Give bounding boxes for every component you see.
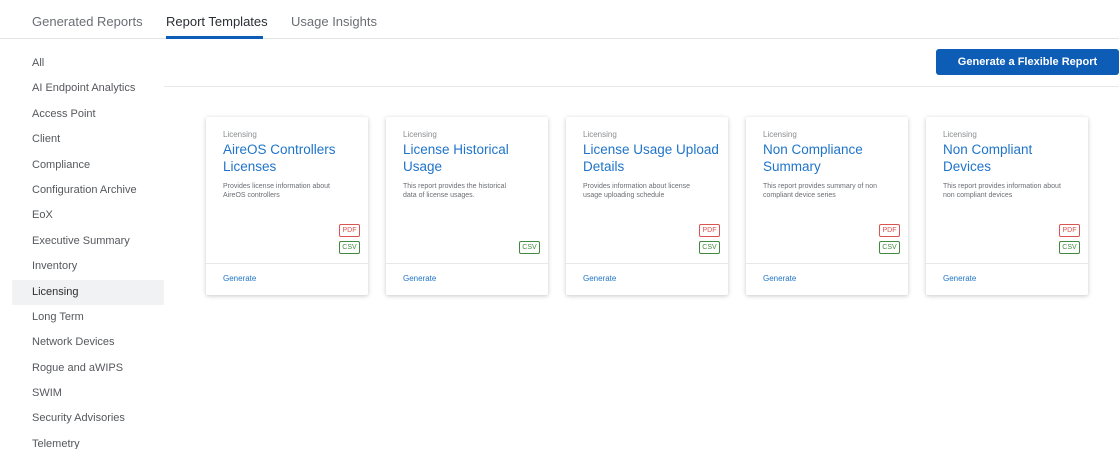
card-category: Licensing — [403, 130, 437, 139]
toolbar-divider — [164, 86, 1119, 87]
card-category: Licensing — [763, 130, 797, 139]
csv-badge: CSV — [699, 241, 720, 254]
sidebar-item-eox[interactable]: EoX — [12, 203, 164, 228]
csv-badge: CSV — [339, 241, 360, 254]
report-card-aireos-controllers-licenses: Licensing AireOS Controllers Licenses Pr… — [206, 117, 368, 295]
report-card-non-compliance-summary: Licensing Non Compliance Summary This re… — [746, 117, 908, 295]
card-title[interactable]: AireOS Controllers Licenses — [223, 141, 363, 175]
sidebar-item-executive-summary[interactable]: Executive Summary — [12, 229, 164, 254]
report-card-license-usage-upload-details: Licensing License Usage Upload Details P… — [566, 117, 728, 295]
generate-flexible-report-button[interactable]: Generate a Flexible Report — [936, 49, 1119, 75]
card-category: Licensing — [583, 130, 617, 139]
sidebar-item-rogue-and-awips[interactable]: Rogue and aWIPS — [12, 356, 164, 381]
sidebar-item-licensing[interactable]: Licensing — [12, 279, 164, 305]
card-title[interactable]: License Historical Usage — [403, 141, 543, 175]
card-divider — [386, 263, 548, 264]
sidebar-item-swim[interactable]: SWIM — [12, 381, 164, 406]
card-description: This report provides the historical data… — [403, 183, 507, 199]
tab-report-templates[interactable]: Report Templates — [166, 14, 268, 29]
pdf-badge: PDF — [1059, 224, 1080, 237]
card-title[interactable]: License Usage Upload Details — [583, 141, 723, 175]
sidebar-item-long-term[interactable]: Long Term — [12, 305, 164, 330]
tab-generated-reports[interactable]: Generated Reports — [32, 14, 143, 29]
sidebar-item-network-devices[interactable]: Network Devices — [12, 330, 164, 355]
report-card-non-compliant-devices: Licensing Non Compliant Devices This rep… — [926, 117, 1088, 295]
sidebar-item-ai-endpoint-analytics[interactable]: AI Endpoint Analytics — [12, 76, 164, 101]
card-category: Licensing — [223, 130, 257, 139]
generate-link[interactable]: Generate — [763, 274, 796, 283]
generate-link[interactable]: Generate — [223, 274, 256, 283]
csv-badge: CSV — [1059, 241, 1080, 254]
pdf-badge: PDF — [699, 224, 720, 237]
card-description: Provides information about license usage… — [583, 183, 691, 199]
csv-badge: CSV — [519, 241, 540, 254]
active-tab-indicator — [166, 36, 263, 39]
sidebar-item-configuration-archive[interactable]: Configuration Archive — [12, 178, 164, 203]
pdf-badge: PDF — [879, 224, 900, 237]
card-title[interactable]: Non Compliant Devices — [943, 141, 1083, 175]
report-card-license-historical-usage: Licensing License Historical Usage This … — [386, 117, 548, 295]
card-description: This report provides information about n… — [943, 183, 1061, 199]
card-divider — [206, 263, 368, 264]
generate-link[interactable]: Generate — [943, 274, 976, 283]
sidebar-item-all[interactable]: All — [12, 51, 164, 76]
category-sidebar: All AI Endpoint Analytics Access Point C… — [12, 51, 164, 449]
card-description: This report provides summary of non comp… — [763, 183, 877, 199]
generate-link[interactable]: Generate — [583, 274, 616, 283]
sidebar-item-client[interactable]: Client — [12, 127, 164, 152]
report-tabs: Generated Reports Report Templates Usage… — [0, 0, 1119, 39]
card-divider — [566, 263, 728, 264]
card-divider — [926, 263, 1088, 264]
sidebar-item-compliance[interactable]: Compliance — [12, 153, 164, 178]
card-description: Provides license information about AireO… — [223, 183, 331, 199]
csv-badge: CSV — [879, 241, 900, 254]
tab-usage-insights[interactable]: Usage Insights — [291, 14, 377, 29]
card-title[interactable]: Non Compliance Summary — [763, 141, 903, 175]
pdf-badge: PDF — [339, 224, 360, 237]
sidebar-item-security-advisories[interactable]: Security Advisories — [12, 406, 164, 431]
sidebar-item-inventory[interactable]: Inventory — [12, 254, 164, 279]
sidebar-item-access-point[interactable]: Access Point — [12, 102, 164, 127]
generate-link[interactable]: Generate — [403, 274, 436, 283]
sidebar-item-telemetry[interactable]: Telemetry — [12, 432, 164, 449]
card-category: Licensing — [943, 130, 977, 139]
card-divider — [746, 263, 908, 264]
